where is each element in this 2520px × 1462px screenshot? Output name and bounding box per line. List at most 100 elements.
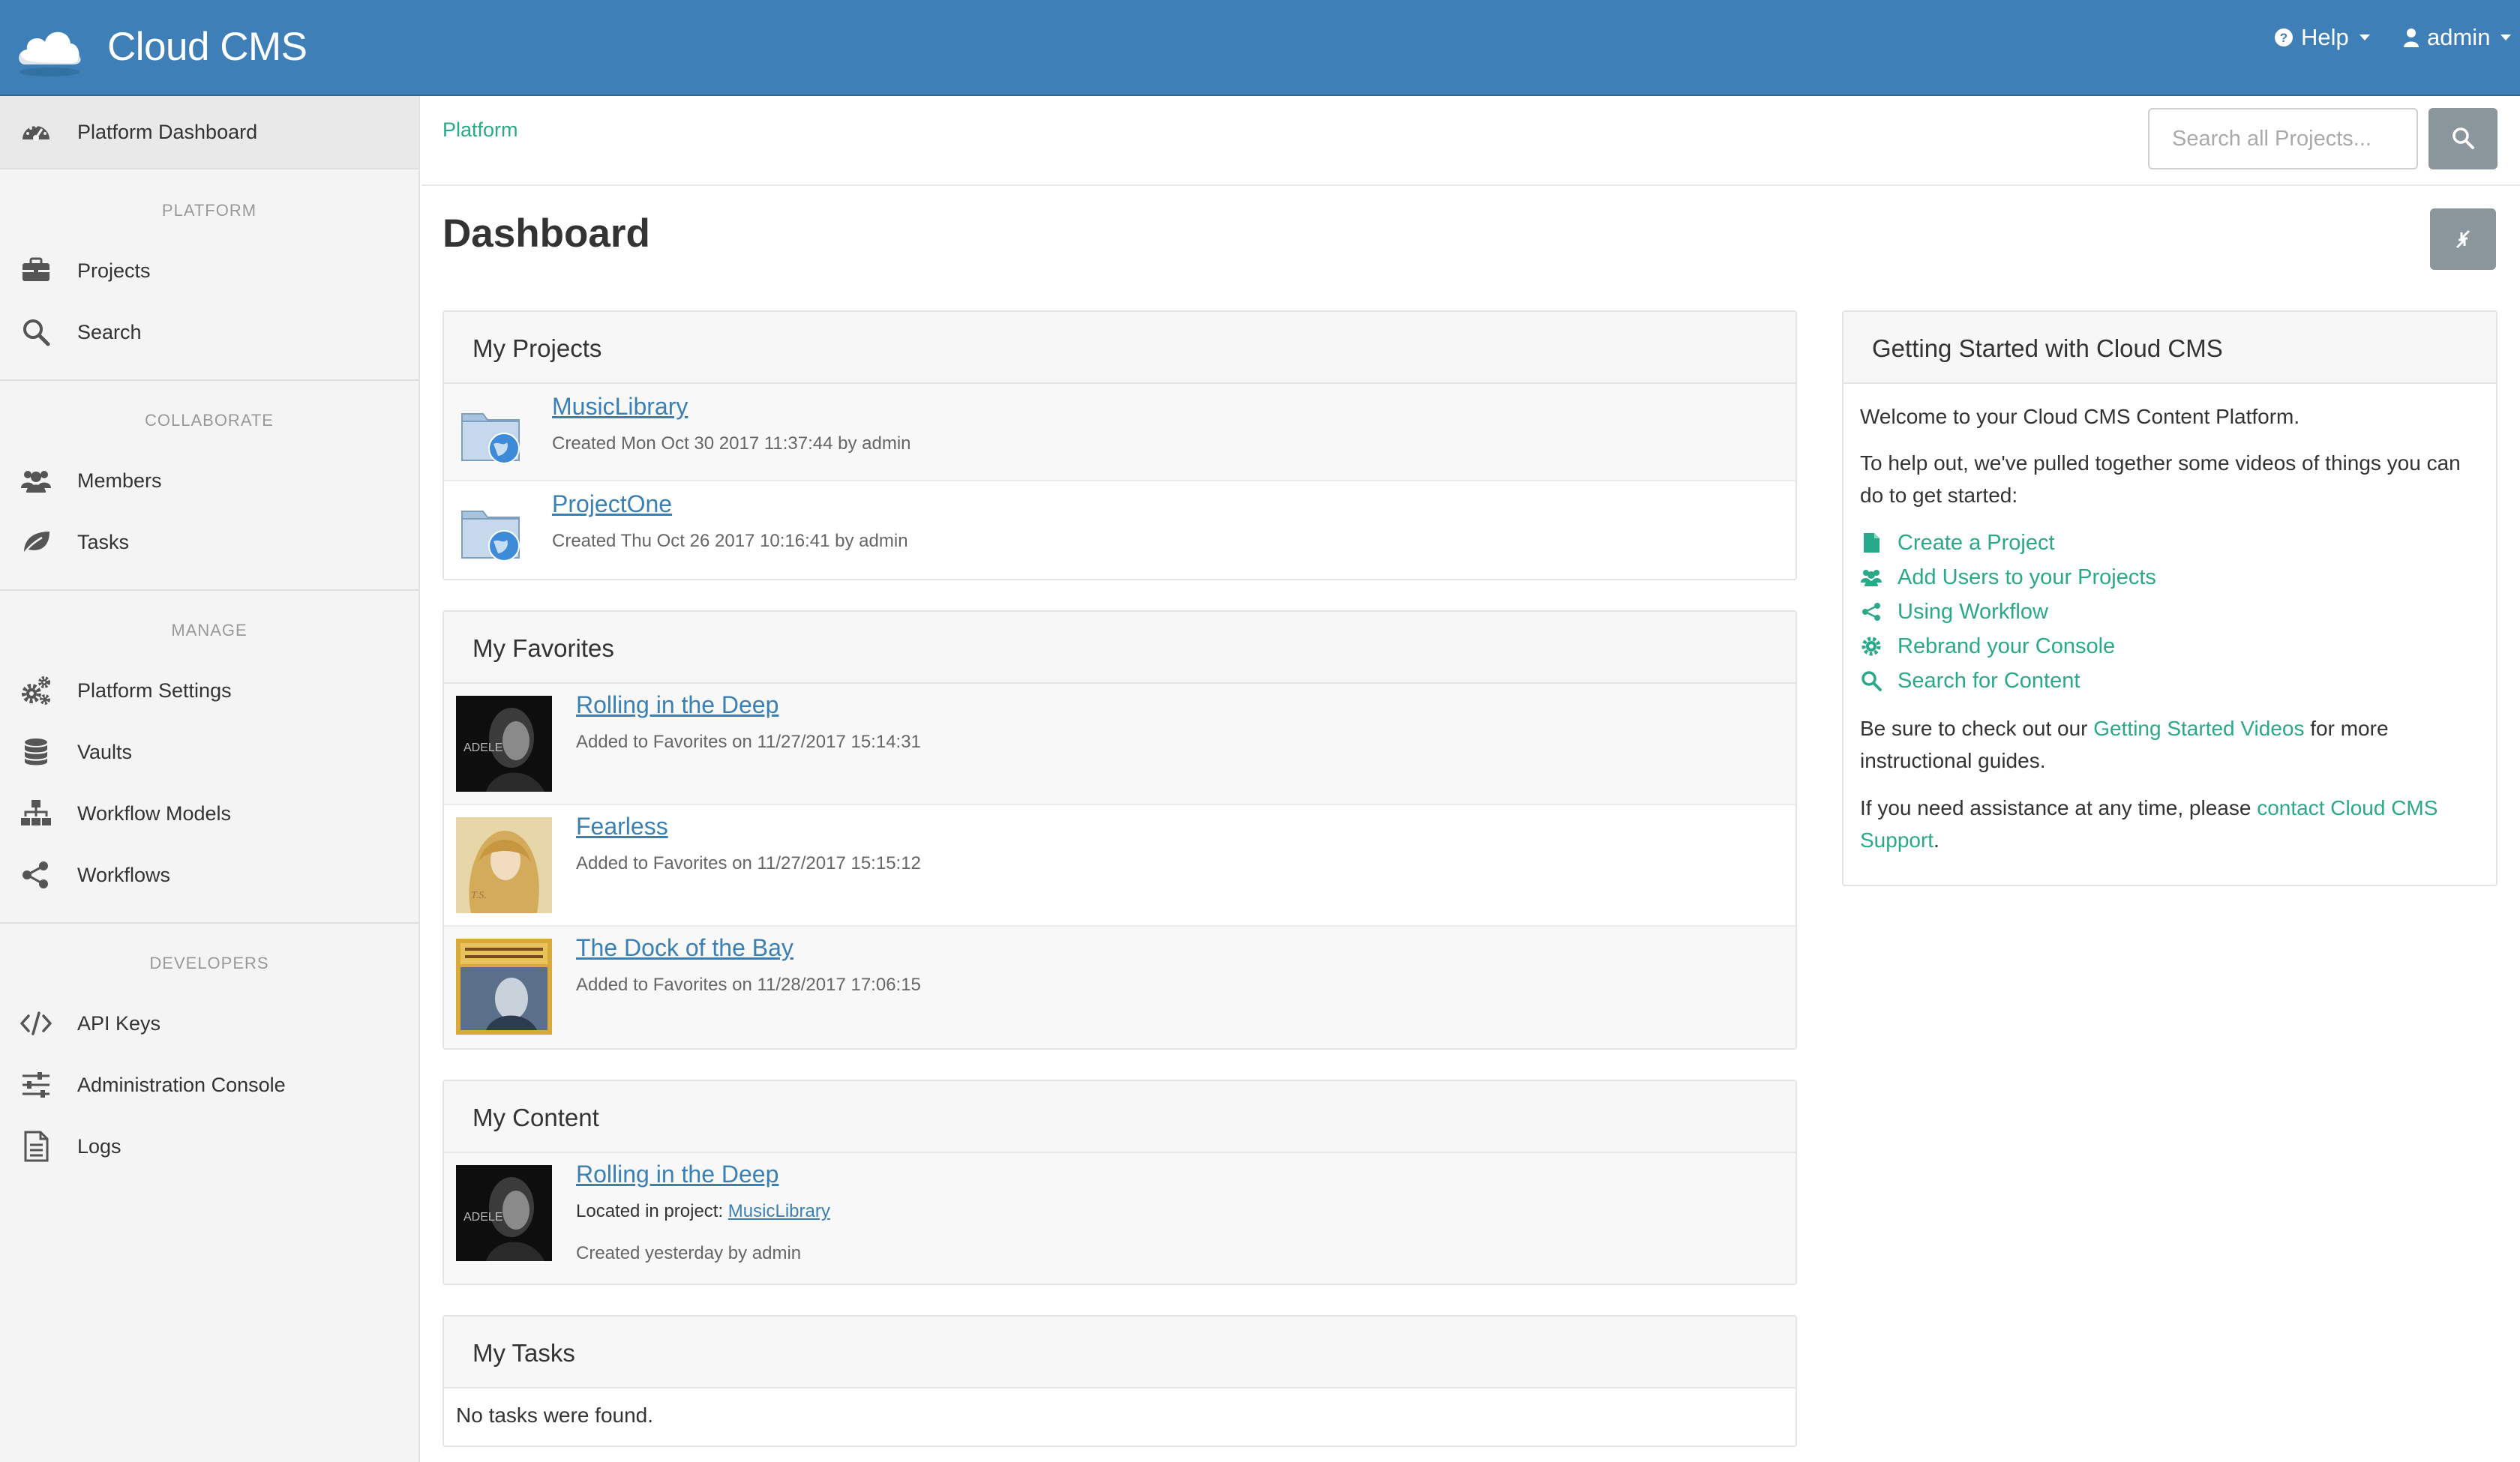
gs-link-label: Using Workflow bbox=[1898, 599, 2048, 624]
gs-link-search-content[interactable]: Search for Content bbox=[1860, 666, 2080, 696]
album-thumbnail[interactable]: T.S. bbox=[456, 817, 552, 913]
sidebar-section-developers: DEVELOPERS bbox=[149, 954, 269, 972]
content-location: Located in project: MusicLibrary bbox=[576, 1201, 830, 1222]
location-prefix: Located in project: bbox=[576, 1201, 724, 1221]
sliders-icon bbox=[22, 1072, 50, 1098]
database-icon bbox=[25, 738, 47, 765]
dashboard-icon bbox=[22, 124, 50, 141]
sidebar-item-platform-settings[interactable]: Platform Settings bbox=[0, 660, 418, 721]
search-input[interactable] bbox=[2148, 108, 2418, 169]
sidebar-item-label: Projects bbox=[77, 259, 151, 282]
album-thumbnail[interactable] bbox=[456, 939, 552, 1035]
my-content-panel: My Content ADELE Rolling in the Deep Loc… bbox=[442, 1080, 1797, 1285]
album-thumbnail[interactable]: ADELE bbox=[456, 696, 552, 792]
sidebar-section-collaborate: COLLABORATE bbox=[145, 411, 274, 430]
sidebar-item-label: Platform Settings bbox=[77, 679, 232, 702]
sidebar-item-administration-console[interactable]: Administration Console bbox=[0, 1054, 418, 1116]
videos-text: Be sure to check out our Getting Started… bbox=[1860, 712, 2475, 777]
gs-link-create-project[interactable]: Create a Project bbox=[1860, 528, 2055, 558]
panel-title: My Projects bbox=[472, 334, 602, 362]
chevron-down-icon bbox=[2359, 34, 2370, 40]
empty-state-text: No tasks were found. bbox=[456, 1404, 654, 1427]
compress-icon bbox=[2456, 229, 2470, 249]
help-menu[interactable]: ? Help bbox=[2274, 22, 2370, 52]
sidebar: Platform Dashboard PLATFORM Projects Sea… bbox=[0, 96, 420, 1462]
list-item: ADELE Rolling in the Deep Added to Favor… bbox=[444, 684, 1796, 805]
sidebar-item-label: Search bbox=[77, 320, 142, 343]
sidebar-item-search[interactable]: Search bbox=[0, 301, 418, 363]
my-favorites-panel: My Favorites ADELE Rolling in the Deep A… bbox=[442, 610, 1797, 1050]
panel-title: My Content bbox=[472, 1104, 599, 1131]
welcome-text: Welcome to your Cloud CMS Content Platfo… bbox=[1860, 405, 2300, 428]
svg-text:ADELE: ADELE bbox=[464, 741, 502, 754]
favorite-link[interactable]: Rolling in the Deep bbox=[576, 691, 778, 719]
videos-prefix: Be sure to check out our bbox=[1860, 717, 2094, 740]
project-link[interactable]: ProjectOne bbox=[552, 490, 672, 518]
svg-text:T.S.: T.S. bbox=[471, 890, 487, 901]
sidebar-item-label: Workflow Models bbox=[77, 801, 232, 825]
panel-header: My Tasks bbox=[444, 1317, 1796, 1389]
help-label: Help bbox=[2301, 24, 2349, 50]
sidebar-item-label: Tasks bbox=[77, 530, 130, 553]
breadcrumb[interactable]: Platform bbox=[442, 118, 518, 142]
panel-title: My Favorites bbox=[472, 634, 614, 662]
sidebar-item-label: Administration Console bbox=[77, 1073, 286, 1096]
sidebar-item-logs[interactable]: Logs bbox=[0, 1116, 418, 1177]
favorite-meta: Added to Favorites on 11/27/2017 15:14:3… bbox=[576, 732, 921, 752]
project-folder-icon bbox=[461, 511, 520, 562]
gs-link-using-workflow[interactable]: Using Workflow bbox=[1860, 597, 2048, 627]
list-item: T.S. Fearless Added to Favorites on 11/2… bbox=[444, 805, 1796, 927]
users-icon bbox=[1861, 570, 1882, 586]
breadcrumb-bar: Platform bbox=[422, 96, 2520, 186]
sidebar-item-label: Workflows bbox=[77, 863, 171, 886]
search-icon bbox=[23, 319, 50, 346]
sidebar-item-label: Vaults bbox=[77, 740, 133, 763]
sitemap-icon bbox=[21, 800, 51, 825]
app-title[interactable]: Cloud CMS bbox=[107, 22, 308, 72]
sidebar-item-tasks[interactable]: Tasks bbox=[0, 511, 418, 573]
panel-header: Getting Started with Cloud CMS bbox=[1844, 312, 2496, 384]
project-link[interactable]: MusicLibrary bbox=[728, 1201, 830, 1221]
user-icon bbox=[2404, 28, 2419, 47]
content-link[interactable]: Rolling in the Deep bbox=[576, 1161, 778, 1188]
search-icon bbox=[1862, 671, 1882, 691]
file-icon bbox=[1864, 533, 1880, 553]
favorite-link[interactable]: Fearless bbox=[576, 813, 668, 840]
gs-link-add-users[interactable]: Add Users to your Projects bbox=[1860, 562, 2156, 592]
sidebar-item-projects[interactable]: Projects bbox=[0, 240, 418, 301]
panel-header: My Content bbox=[444, 1081, 1796, 1153]
gs-link-label: Add Users to your Projects bbox=[1898, 565, 2156, 589]
sidebar-item-members[interactable]: Members bbox=[0, 450, 418, 511]
page-title: Dashboard bbox=[442, 211, 650, 256]
sidebar-section-platform: PLATFORM bbox=[161, 201, 257, 220]
getting-started-panel: Getting Started with Cloud CMS Welcome t… bbox=[1842, 310, 2498, 886]
search-button[interactable] bbox=[2428, 108, 2498, 169]
album-thumbnail[interactable]: ADELE bbox=[456, 1165, 552, 1261]
sidebar-item-workflows[interactable]: Workflows bbox=[0, 844, 418, 906]
sidebar-item-label: API Keys bbox=[77, 1011, 161, 1035]
sidebar-section-manage: MANAGE bbox=[171, 621, 248, 640]
sidebar-item-vaults[interactable]: Vaults bbox=[0, 721, 418, 783]
sidebar-divider bbox=[0, 922, 418, 924]
my-projects-panel: My Projects MusicLibrary Created Mon Oct… bbox=[442, 310, 1797, 580]
intro-text: To help out, we've pulled together some … bbox=[1860, 451, 2461, 507]
favorite-link[interactable]: The Dock of the Bay bbox=[576, 934, 794, 962]
panel-title: My Tasks bbox=[472, 1339, 575, 1367]
leaf-icon bbox=[21, 532, 50, 556]
sidebar-item-workflow-models[interactable]: Workflow Models bbox=[0, 783, 418, 844]
compress-button[interactable] bbox=[2430, 208, 2496, 270]
getting-started-videos-link[interactable]: Getting Started Videos bbox=[2093, 717, 2304, 740]
sidebar-item-label: Logs bbox=[77, 1134, 122, 1158]
cloud-logo-icon[interactable] bbox=[15, 19, 84, 79]
support-prefix: If you need assistance at any time, plea… bbox=[1860, 796, 2258, 819]
gear-icon bbox=[1862, 637, 1881, 656]
share-icon bbox=[1862, 603, 1880, 621]
project-link[interactable]: MusicLibrary bbox=[552, 393, 688, 421]
user-menu[interactable]: admin bbox=[2403, 22, 2512, 52]
sidebar-item-api-keys[interactable]: API Keys bbox=[0, 993, 418, 1054]
sidebar-item-platform-dashboard[interactable]: Platform Dashboard bbox=[0, 96, 418, 169]
gs-link-rebrand-console[interactable]: Rebrand your Console bbox=[1860, 631, 2115, 661]
file-text-icon bbox=[24, 1131, 49, 1162]
gs-link-label: Search for Content bbox=[1898, 668, 2080, 693]
question-circle-icon: ? bbox=[2275, 28, 2293, 46]
